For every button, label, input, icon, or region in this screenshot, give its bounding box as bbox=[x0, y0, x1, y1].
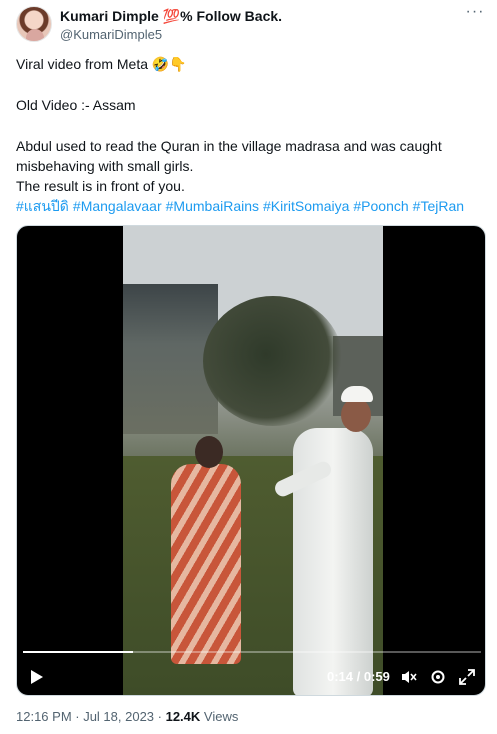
fullscreen-icon[interactable] bbox=[457, 668, 477, 688]
video-player[interactable]: 0:14 / 0:59 bbox=[16, 225, 486, 696]
person-head bbox=[195, 436, 223, 468]
tweet-card: Kumari Dimple 💯% Follow Back. @KumariDim… bbox=[0, 0, 497, 734]
tweet-line: Old Video :- Assam bbox=[16, 97, 136, 113]
tweet-line: Abdul used to read the Quran in the vill… bbox=[16, 138, 442, 154]
views-label: Views bbox=[200, 709, 239, 724]
video-person bbox=[171, 436, 251, 695]
author-names: Kumari Dimple 💯% Follow Back. @KumariDim… bbox=[60, 8, 282, 43]
hashtag-link[interactable]: #KiritSomaiya bbox=[263, 198, 349, 214]
tweet-meta: 12:16 PM · Jul 18, 2023 · 12.4K Views bbox=[16, 709, 238, 724]
tweet-line: The result is in front of you. bbox=[16, 178, 185, 194]
tweet-text: Viral video from Meta 🤣👇 Old Video :- As… bbox=[16, 54, 486, 216]
settings-icon[interactable] bbox=[428, 668, 448, 688]
person-cap bbox=[341, 386, 373, 402]
tweet-line: Viral video from Meta 🤣👇 bbox=[16, 56, 187, 72]
video-progress-bar[interactable] bbox=[23, 651, 481, 653]
hashtag-list: #แสนปีดิ #Mangalavaar #MumbaiRains #KiritSo… bbox=[16, 196, 486, 216]
more-options-icon[interactable]: ··· bbox=[464, 4, 486, 24]
mute-icon[interactable] bbox=[399, 668, 419, 688]
video-time-display: 0:14 / 0:59 bbox=[327, 669, 390, 684]
avatar[interactable] bbox=[16, 6, 52, 42]
tweet-line: misbehaving with small girls. bbox=[16, 158, 194, 174]
author-handle[interactable]: @KumariDimple5 bbox=[60, 26, 282, 43]
tweet-header: Kumari Dimple 💯% Follow Back. @KumariDim… bbox=[16, 4, 486, 46]
author-display-name[interactable]: Kumari Dimple 💯% Follow Back. bbox=[60, 8, 282, 25]
video-progress-fill bbox=[23, 651, 133, 653]
person-head bbox=[341, 398, 371, 432]
hashtag-link[interactable]: #Poonch bbox=[353, 198, 408, 214]
views-count: 12.4K bbox=[165, 709, 201, 724]
person-body bbox=[171, 464, 241, 664]
hashtag-link[interactable]: #Mangalavaar bbox=[73, 198, 162, 214]
tweet-timestamp[interactable]: 12:16 PM · Jul 18, 2023 · bbox=[16, 709, 166, 724]
video-person bbox=[272, 386, 378, 695]
hashtag-link[interactable]: #แสนปีดิ bbox=[16, 198, 69, 214]
hashtag-link[interactable]: #MumbaiRains bbox=[166, 198, 259, 214]
hashtag-link[interactable]: #TejRan bbox=[413, 198, 464, 214]
video-frame[interactable] bbox=[123, 226, 383, 695]
play-icon[interactable] bbox=[29, 668, 45, 686]
